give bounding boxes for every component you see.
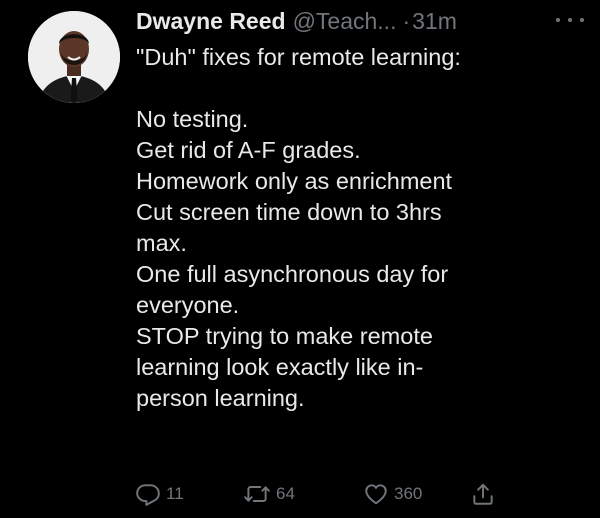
reply-count: 11 bbox=[166, 484, 184, 503]
tweet-line: Cut screen time down to 3hrs bbox=[136, 199, 442, 225]
tweet-line: learning look exactly like in- bbox=[136, 354, 424, 380]
reply-icon bbox=[136, 484, 160, 506]
more-icon[interactable] bbox=[556, 10, 584, 30]
avatar-image bbox=[28, 11, 120, 103]
tweet-line: max. bbox=[136, 230, 187, 256]
tweet-line: No testing. bbox=[136, 106, 249, 132]
author-name[interactable]: Dwayne Reed bbox=[136, 6, 286, 36]
tweet-line: person learning. bbox=[136, 385, 305, 411]
like-count: 360 bbox=[394, 484, 423, 503]
more-dot bbox=[580, 18, 584, 22]
reply-button[interactable]: 11 bbox=[135, 479, 184, 509]
tweet: Dwayne Reed @Teach... · 31m "Duh" fixes … bbox=[0, 0, 600, 518]
more-dot bbox=[568, 18, 572, 22]
author-handle[interactable]: @Teach... bbox=[293, 6, 397, 36]
retweet-icon bbox=[244, 486, 270, 502]
more-dot bbox=[556, 18, 560, 22]
tweet-header: Dwayne Reed @Teach... · 31m bbox=[136, 6, 457, 36]
tweet-line: Homework only as enrichment bbox=[136, 168, 453, 194]
share-icon bbox=[473, 483, 493, 505]
retweet-count: 64 bbox=[276, 484, 295, 503]
timestamp[interactable]: 31m bbox=[412, 6, 457, 36]
tweet-actions: 11 64 360 bbox=[0, 479, 600, 509]
tweet-text: "Duh" fixes for remote learning: No test… bbox=[136, 42, 586, 414]
avatar[interactable] bbox=[28, 11, 120, 103]
tweet-line: "Duh" fixes for remote learning: bbox=[136, 44, 461, 70]
tweet-line: One full asynchronous day for bbox=[136, 261, 449, 287]
tweet-line: STOP trying to make remote bbox=[136, 323, 433, 349]
heart-icon bbox=[365, 484, 387, 505]
share-button[interactable] bbox=[470, 479, 496, 509]
tweet-line: Get rid of A-F grades. bbox=[136, 137, 361, 163]
separator-dot: · bbox=[402, 8, 411, 34]
tweet-line: everyone. bbox=[136, 292, 240, 318]
like-button[interactable]: 360 bbox=[363, 479, 422, 509]
retweet-button[interactable]: 64 bbox=[243, 479, 295, 509]
